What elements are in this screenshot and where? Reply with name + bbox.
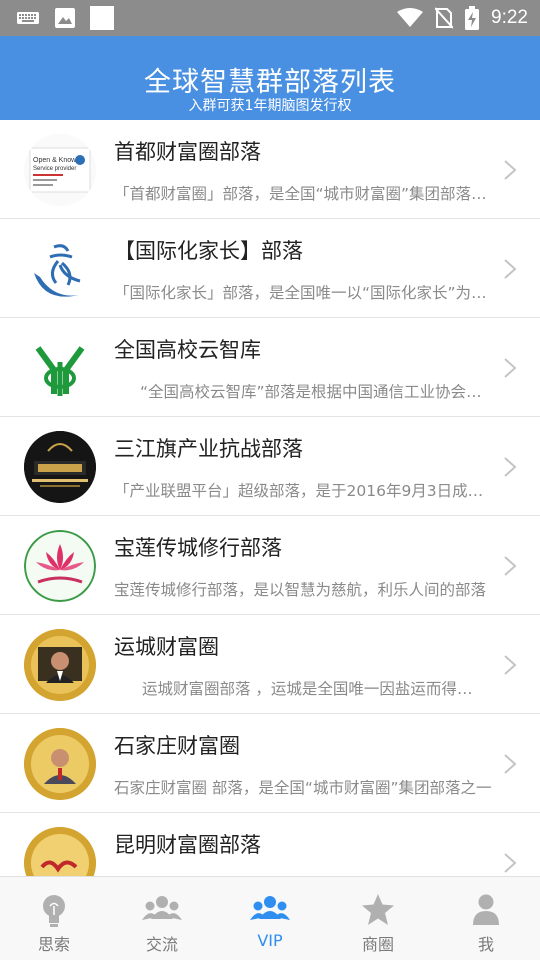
keyboard-icon <box>17 12 39 24</box>
chevron-right-icon <box>504 358 517 378</box>
chevron-right-icon <box>504 754 517 774</box>
status-bar: 9:22 <box>0 0 540 36</box>
avatar <box>24 827 96 876</box>
yunzhiku-logo-icon <box>35 346 85 396</box>
item-title: 三江旗产业抗战部落 <box>114 437 303 461</box>
header: 全球智慧群部落列表 入群可获1年期脑图发行权 <box>0 36 540 120</box>
list-item[interactable]: 运城财富圈 运城财富圈部落 ，运城是全国唯一因盐运而得名的城市 <box>0 615 540 714</box>
family-logo-icon <box>34 244 81 297</box>
no-sim-icon <box>435 7 454 29</box>
page-subtitle: 入群可获1年期脑图发行权 <box>188 98 352 114</box>
item-title: 昆明财富圈部落 <box>114 833 261 857</box>
image-icon <box>55 8 75 28</box>
book-cover-icon: Open & Know Service provider <box>24 134 96 206</box>
list-item[interactable]: 石家庄财富圈 石家庄财富圈 部落，是全国“城市财富圈”集团部落之一 <box>0 714 540 813</box>
tab-shangquan[interactable]: 商圈 <box>324 877 432 960</box>
avatar: Open & Know Service provider <box>24 134 96 206</box>
tribe-list[interactable]: Open & Know Service provider 首都财富圈部落 「首都… <box>0 120 540 876</box>
item-title: 运城财富圈 <box>114 635 219 659</box>
square-icon <box>90 6 114 30</box>
chevron-right-icon <box>504 655 517 675</box>
chevron-right-icon <box>504 160 517 180</box>
item-description: 「产业联盟平台」超级部落，是于2016年9月3日成立的 <box>114 482 494 500</box>
item-description: 石家庄财富圈 部落，是全国“城市财富圈”集团部落之一 <box>114 779 492 797</box>
list-item[interactable]: Open & Know Service provider 首都财富圈部落 「首都… <box>0 120 540 219</box>
sanjiangqi-logo-icon <box>24 431 96 503</box>
chevron-right-icon <box>504 853 517 873</box>
item-description: 运城财富圈部落 ，运城是全国唯一因盐运而得名的城市 <box>142 680 482 698</box>
person-icon <box>473 894 499 925</box>
svg-text:Open & Know: Open & Know <box>33 157 77 164</box>
item-description: 宝莲传城修行部落，是以智慧为慈航，利乐人间的部落 <box>114 581 487 599</box>
tab-label: 交流 <box>145 935 178 954</box>
list-item[interactable]: 昆明财富圈部落 <box>0 813 540 876</box>
coin-calligraphy-icon <box>24 827 96 876</box>
item-description: 「国际化家长」部落，是全国唯一以“国际化家长”为主题的部落 <box>114 284 494 302</box>
bottom-navigation: 思索 交流 VIP 商圈 我 <box>0 876 540 960</box>
chevron-right-icon <box>504 457 517 477</box>
tab-vip[interactable]: VIP <box>216 877 324 960</box>
battery-charging-icon <box>465 6 480 30</box>
item-description: 「首都财富圈」部落，是全国“城市财富圈”集团部落的第一个落地部落 <box>114 185 494 203</box>
tab-wo[interactable]: 我 <box>432 877 540 960</box>
tab-sisuo[interactable]: 思索 <box>0 877 108 960</box>
list-item[interactable]: 全国高校云智库 “全国高校云智库”部落是根据中国通信工业协会的指导成立的 <box>0 318 540 417</box>
item-title: 首都财富圈部落 <box>114 140 261 164</box>
chevron-right-icon <box>504 259 517 279</box>
coin-portrait-icon <box>24 728 96 800</box>
status-bar-left <box>16 6 114 30</box>
status-bar-right: 9:22 <box>397 6 528 30</box>
tab-label: 商圈 <box>361 935 394 954</box>
avatar <box>24 233 96 305</box>
item-title: 全国高校云智库 <box>114 338 261 362</box>
avatar <box>24 629 96 701</box>
avatar <box>24 728 96 800</box>
coin-portrait-icon <box>24 629 96 701</box>
wifi-icon <box>397 8 424 27</box>
svg-text:Service provider: Service provider <box>33 166 76 172</box>
chevron-right-icon <box>504 556 517 576</box>
item-title: 石家庄财富圈 <box>114 734 240 758</box>
lightbulb-icon <box>43 895 65 927</box>
list-item[interactable]: 三江旗产业抗战部落 「产业联盟平台」超级部落，是于2016年9月3日成立的 <box>0 417 540 516</box>
lotus-logo-icon <box>24 530 96 602</box>
vip-group-icon <box>250 896 290 920</box>
item-description: “全国高校云智库”部落是根据中国通信工业协会的指导成立的 <box>140 383 494 401</box>
star-icon <box>362 894 394 925</box>
item-title: 【国际化家长】部落 <box>114 239 303 263</box>
group-icon <box>142 896 182 920</box>
status-time: 9:22 <box>491 7 528 28</box>
item-title: 宝莲传城修行部落 <box>114 536 282 560</box>
page-title: 全球智慧群部落列表 <box>144 67 396 98</box>
avatar <box>24 530 96 602</box>
tab-label: VIP <box>257 931 283 950</box>
list-item[interactable]: 【国际化家长】部落 「国际化家长」部落，是全国唯一以“国际化家长”为主题的部落 <box>0 219 540 318</box>
tab-label: 思索 <box>37 935 70 954</box>
tab-label: 我 <box>477 935 494 954</box>
tab-jiaoliu[interactable]: 交流 <box>108 877 216 960</box>
list-item[interactable]: 宝莲传城修行部落 宝莲传城修行部落，是以智慧为慈航，利乐人间的部落 <box>0 516 540 615</box>
avatar <box>24 431 96 503</box>
avatar <box>24 332 96 404</box>
